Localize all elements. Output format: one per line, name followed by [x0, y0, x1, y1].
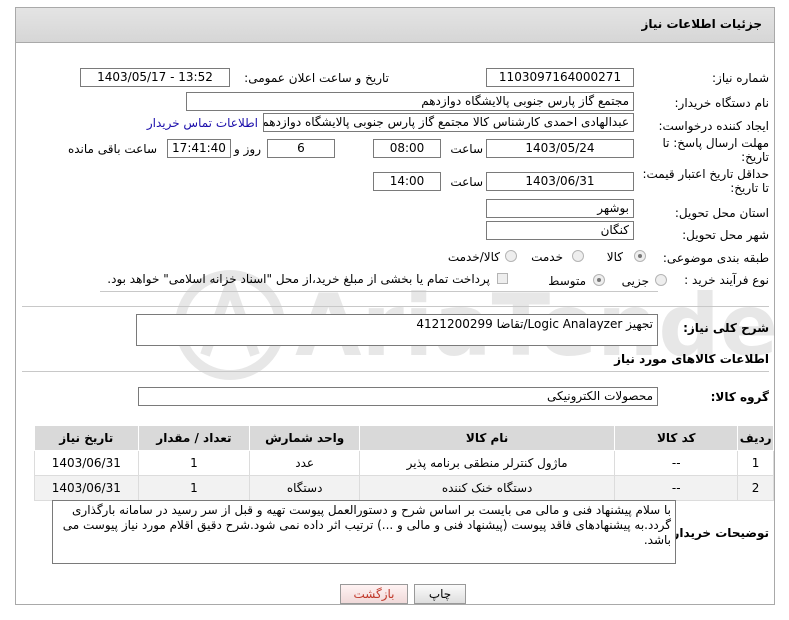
category-label: طبقه بندی موضوعی: — [662, 251, 769, 265]
col-header-name: نام کالا — [358, 425, 616, 451]
item-date: 1403/06/31 — [34, 450, 139, 476]
item-unit: دستگاه — [249, 475, 360, 501]
requester-field: عبدالهادی احمدی کارشناس کالا مجتمع گاز پ… — [263, 113, 634, 132]
item-qty: 1 — [137, 450, 251, 476]
category-option-both: کالا/خدمت — [447, 250, 500, 264]
description-label: شرح کلی نیاز: — [683, 321, 769, 335]
process-radio-medium[interactable] — [593, 274, 605, 286]
days-label: روز و — [234, 142, 261, 156]
goods-info-title: اطلاعات کالاهای مورد نیاز — [614, 352, 769, 366]
section-divider-2 — [22, 371, 769, 372]
row-number: 2 — [737, 475, 774, 501]
item-code: -- — [614, 450, 739, 476]
announce-label: تاریخ و ساعت اعلان عمومی: — [244, 71, 389, 85]
city-field: کنگان — [486, 221, 634, 240]
col-header-date: تاریخ نیاز — [34, 425, 139, 451]
announce-field: 1403/05/17 - 13:52 — [80, 68, 230, 87]
need-number-label: شماره نیاز: — [712, 71, 769, 85]
item-name: دستگاه خنک کننده — [358, 475, 616, 501]
col-header-code: کد کالا — [614, 425, 739, 451]
page-title: جزئیات اطلاعات نیاز — [641, 17, 762, 31]
buyer-contact-link[interactable]: اطلاعات تماس خریدار — [147, 116, 258, 130]
validity-time-label: ساعت — [450, 175, 483, 189]
category-option-service: خدمت — [531, 250, 563, 264]
treasury-note: پرداخت تمام یا بخشی از مبلغ خرید،از محل … — [107, 272, 490, 286]
goods-group-label: گروه کالا: — [710, 390, 769, 404]
goods-table: ردیف کد کالا نام کالا واحد شمارش تعداد /… — [34, 425, 774, 501]
table-row: 1 -- ماژول کنترلر منطقی برنامه پذیر عدد … — [34, 450, 774, 476]
process-option-minor: جزیی — [621, 274, 649, 288]
col-header-qty: تعداد / مقدار — [137, 425, 251, 451]
row-number: 1 — [737, 450, 774, 476]
deadline-time-field: 08:00 — [373, 139, 441, 158]
validity-label: حداقل تاریخ اعتبار قیمت: تا تاریخ: — [642, 167, 769, 195]
need-number-field: 1103097164000271 — [486, 68, 634, 87]
treasury-checkbox[interactable] — [497, 273, 508, 284]
deadline-time-label: ساعت — [450, 142, 483, 156]
category-radio-goods[interactable] — [634, 250, 646, 262]
item-date: 1403/06/31 — [34, 475, 139, 501]
process-radio-minor[interactable] — [655, 274, 667, 286]
item-unit: عدد — [249, 450, 360, 476]
deadline-label: مهلت ارسال پاسخ: تا تاریخ: — [662, 136, 769, 164]
buyer-notes-field: با سلام پیشنهاد فنی و مالی می بایست بر ا… — [52, 500, 676, 564]
validity-date-field: 1403/06/31 — [486, 172, 634, 191]
goods-group-field: محصولات الکترونیکی — [138, 387, 658, 406]
province-field: بوشهر — [486, 199, 634, 218]
process-label: نوع فرآیند خرید : — [684, 273, 769, 287]
table-row: 2 -- دستگاه خنک کننده دستگاه 1 1403/06/3… — [34, 475, 774, 501]
category-radio-both[interactable] — [505, 250, 517, 262]
city-label: شهر محل تحویل: — [682, 228, 769, 242]
category-radio-service[interactable] — [572, 250, 584, 262]
deadline-date-field: 1403/05/24 — [486, 139, 634, 158]
page-header: جزئیات اطلاعات نیاز — [15, 7, 775, 43]
item-code: -- — [614, 475, 739, 501]
item-qty: 1 — [137, 475, 251, 501]
print-button[interactable]: چاپ — [414, 584, 466, 604]
requester-label: ایجاد کننده درخواست: — [658, 119, 769, 133]
description-field: تجهیز Logic Analayzer/تقاضا 4121200299 — [136, 314, 658, 346]
buyer-notes-label: توضیحات خریدار: — [667, 526, 769, 540]
validity-time-field: 14:00 — [373, 172, 441, 191]
buyer-org-field: مجتمع گاز پارس جنوبی پالایشگاه دوازدهم — [186, 92, 634, 111]
remaining-label: ساعت باقی مانده — [67, 142, 157, 156]
col-header-row: ردیف — [737, 425, 774, 451]
process-divider — [100, 291, 658, 292]
province-label: استان محل تحویل: — [674, 206, 769, 220]
item-name: ماژول کنترلر منطقی برنامه پذیر — [358, 450, 616, 476]
back-button[interactable]: بازگشت — [340, 584, 408, 604]
buyer-org-label: نام دستگاه خریدار: — [674, 96, 770, 110]
category-option-goods: کالا — [606, 250, 623, 264]
remaining-days-field: 6 — [267, 139, 335, 158]
section-divider — [22, 306, 769, 307]
col-header-unit: واحد شمارش — [249, 425, 360, 451]
table-header-row: ردیف کد کالا نام کالا واحد شمارش تعداد /… — [34, 425, 774, 451]
remaining-time-field: 17:41:40 — [167, 139, 231, 158]
process-option-medium: متوسط — [548, 274, 586, 288]
